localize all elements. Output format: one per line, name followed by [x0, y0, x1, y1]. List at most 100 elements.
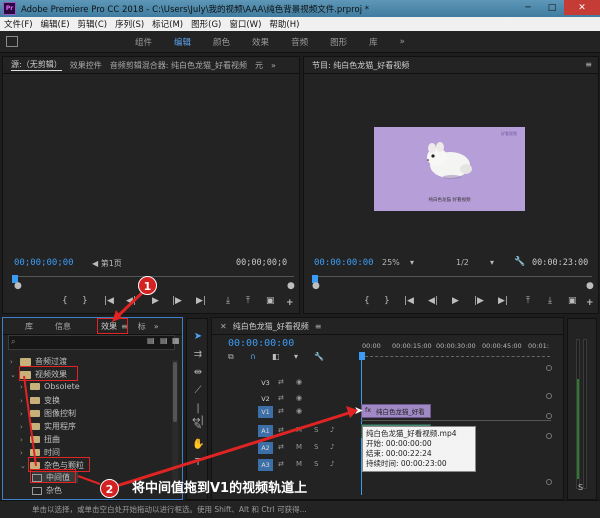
maximize-button[interactable]: □	[540, 0, 564, 15]
tab-audio-clip-mixer[interactable]: 音频剪辑混合器: 纯白色龙猫_好看视频	[110, 60, 247, 71]
fx-folder-obsolete[interactable]: › Obsolete	[20, 382, 80, 391]
menu-graphics[interactable]: 图形(G)	[187, 18, 225, 30]
scroll-handle-icon[interactable]	[546, 365, 552, 371]
solo-meter-button[interactable]: S	[578, 483, 583, 492]
sync-lock-icon[interactable]: ⇄	[278, 426, 284, 434]
chevron-right-icon[interactable]: ›	[10, 358, 20, 366]
zoom-select[interactable]: 25%	[382, 258, 400, 267]
microphone-icon[interactable]: ♪	[330, 426, 334, 434]
mute-button[interactable]: M	[296, 460, 302, 468]
new-bin-icon[interactable]: ▤	[147, 336, 155, 345]
program-step-forward-icon[interactable]: |▶	[474, 296, 484, 306]
overwrite-icon[interactable]: ⤒	[246, 296, 250, 306]
add-marker-icon[interactable]: ▾	[294, 352, 298, 361]
workspace-editing[interactable]: 编辑	[174, 36, 191, 48]
lift-icon[interactable]: ⤒	[526, 296, 530, 306]
source-timecode[interactable]: 00;00;00;00	[14, 258, 74, 268]
mark-out-icon[interactable]: }	[82, 296, 88, 306]
tab-source[interactable]: 源:（无剪辑）	[11, 59, 62, 71]
delete-icon[interactable]: ▦	[172, 336, 180, 345]
new-custom-bin-icon[interactable]: ▤	[160, 336, 168, 345]
menu-help[interactable]: 帮助(H)	[265, 18, 303, 30]
menu-file[interactable]: 文件(F)	[0, 18, 37, 30]
timeline-menu-icon[interactable]: ≡	[315, 322, 322, 331]
tab-sequence[interactable]: 纯白色龙猫_好看视频	[233, 321, 309, 332]
timeline-timecode[interactable]: 00:00:00:00	[228, 338, 294, 349]
fx-folder-image-control[interactable]: › 图像控制	[20, 408, 76, 419]
mute-button[interactable]: M	[296, 443, 302, 451]
track-a1-label[interactable]: A1	[258, 425, 273, 437]
track-select-tool-icon[interactable]: ⇉	[192, 349, 204, 361]
marker-icon[interactable]: ●	[14, 281, 22, 291]
program-marker-icon[interactable]: ●	[312, 281, 320, 291]
workspace-libraries[interactable]: 库	[369, 36, 378, 48]
chevron-right-icon[interactable]: ›	[20, 436, 30, 444]
scroll-handle-icon[interactable]	[546, 433, 552, 439]
go-to-out-icon[interactable]: ▶|	[196, 296, 206, 306]
timeline-vertical-scroll[interactable]	[546, 365, 552, 485]
fx-effect-noise[interactable]: 杂色	[32, 485, 62, 496]
program-mark-out-icon[interactable]: }	[384, 296, 390, 306]
fx-folder-transform[interactable]: › 变换	[20, 395, 60, 406]
workspace-audio[interactable]: 音频	[291, 36, 308, 48]
program-export-frame-icon[interactable]: ▣	[568, 296, 577, 306]
close-sequence-icon[interactable]: ✕	[220, 322, 227, 331]
effects-scrollbar[interactable]	[172, 360, 178, 494]
nest-icon[interactable]: ⧉	[228, 352, 234, 362]
chevron-right-icon[interactable]: ›	[20, 383, 30, 391]
snap-icon[interactable]: ∩	[250, 352, 256, 361]
chevron-right-icon[interactable]: ›	[20, 423, 30, 431]
workspace-assembly[interactable]: 组件	[135, 36, 152, 48]
eye-icon[interactable]: ◉	[296, 378, 302, 386]
menu-window[interactable]: 窗口(W)	[225, 18, 265, 30]
home-icon[interactable]	[6, 36, 18, 47]
type-tool-icon[interactable]: T	[192, 457, 204, 469]
mute-button[interactable]: M	[296, 426, 302, 434]
workspace-color[interactable]: 颜色	[213, 36, 230, 48]
program-timecode[interactable]: 00:00:00:00	[314, 258, 374, 268]
menu-marker[interactable]: 标记(M)	[148, 18, 187, 30]
program-menu-icon[interactable]: ≡	[585, 60, 592, 69]
pen-tool-icon[interactable]: ✎	[192, 421, 204, 433]
solo-button[interactable]: S	[314, 460, 318, 468]
resolution-select[interactable]: 1/2	[456, 258, 469, 267]
tab-program[interactable]: 节目: 纯白色龙猫_好看视频	[312, 60, 409, 71]
program-mark-in-icon[interactable]: {	[364, 296, 370, 306]
extract-icon[interactable]: ⤓	[548, 296, 552, 306]
solo-button[interactable]: S	[314, 443, 318, 451]
microphone-icon[interactable]: ♪	[330, 460, 334, 468]
track-v2-label[interactable]: V2	[258, 393, 273, 405]
step-forward-icon[interactable]: |▶	[172, 296, 182, 306]
menu-clip[interactable]: 剪辑(C)	[74, 18, 112, 30]
selection-tool-icon[interactable]: ➤	[192, 331, 204, 343]
add-button-icon[interactable]: +	[286, 298, 294, 308]
sync-lock-icon[interactable]: ⇄	[278, 460, 284, 468]
eye-icon[interactable]: ◉	[296, 407, 302, 415]
menu-edit[interactable]: 编辑(E)	[37, 18, 74, 30]
tab-libraries[interactable]: 库	[25, 321, 33, 332]
track-a2-label[interactable]: A2	[258, 442, 273, 454]
tab-effect-controls[interactable]: 效果控件	[70, 60, 102, 71]
program-go-in-icon[interactable]: |◀	[404, 296, 414, 306]
track-v3-label[interactable]: V3	[258, 377, 273, 389]
solo-button[interactable]: S	[314, 426, 318, 434]
slip-tool-icon[interactable]: |↔|	[192, 403, 204, 426]
timeline-settings-icon[interactable]: 🔧	[314, 352, 324, 361]
marker-icon-right[interactable]: ●	[287, 281, 295, 291]
program-ruler[interactable]	[314, 276, 592, 286]
tab-metadata[interactable]: 元	[255, 60, 263, 71]
workspace-graphics[interactable]: 图形	[330, 36, 347, 48]
scroll-thumb[interactable]	[173, 362, 177, 422]
export-frame-icon[interactable]: ▣	[266, 296, 275, 306]
program-play-icon[interactable]: ▶	[452, 296, 459, 306]
ripple-edit-tool-icon[interactable]: ⇹	[192, 367, 204, 379]
effects-panel-more[interactable]: »	[154, 322, 159, 331]
program-add-button-icon[interactable]: +	[586, 298, 594, 308]
sync-lock-icon[interactable]: ⇄	[278, 407, 284, 415]
program-go-out-icon[interactable]: ▶|	[498, 296, 508, 306]
settings-wrench-icon[interactable]: 🔧	[514, 257, 525, 267]
track-a3-label[interactable]: A3	[258, 459, 273, 471]
source-panel-more[interactable]: »	[271, 61, 276, 70]
scroll-handle-icon[interactable]	[546, 413, 552, 419]
scroll-handle-icon[interactable]	[546, 393, 552, 399]
